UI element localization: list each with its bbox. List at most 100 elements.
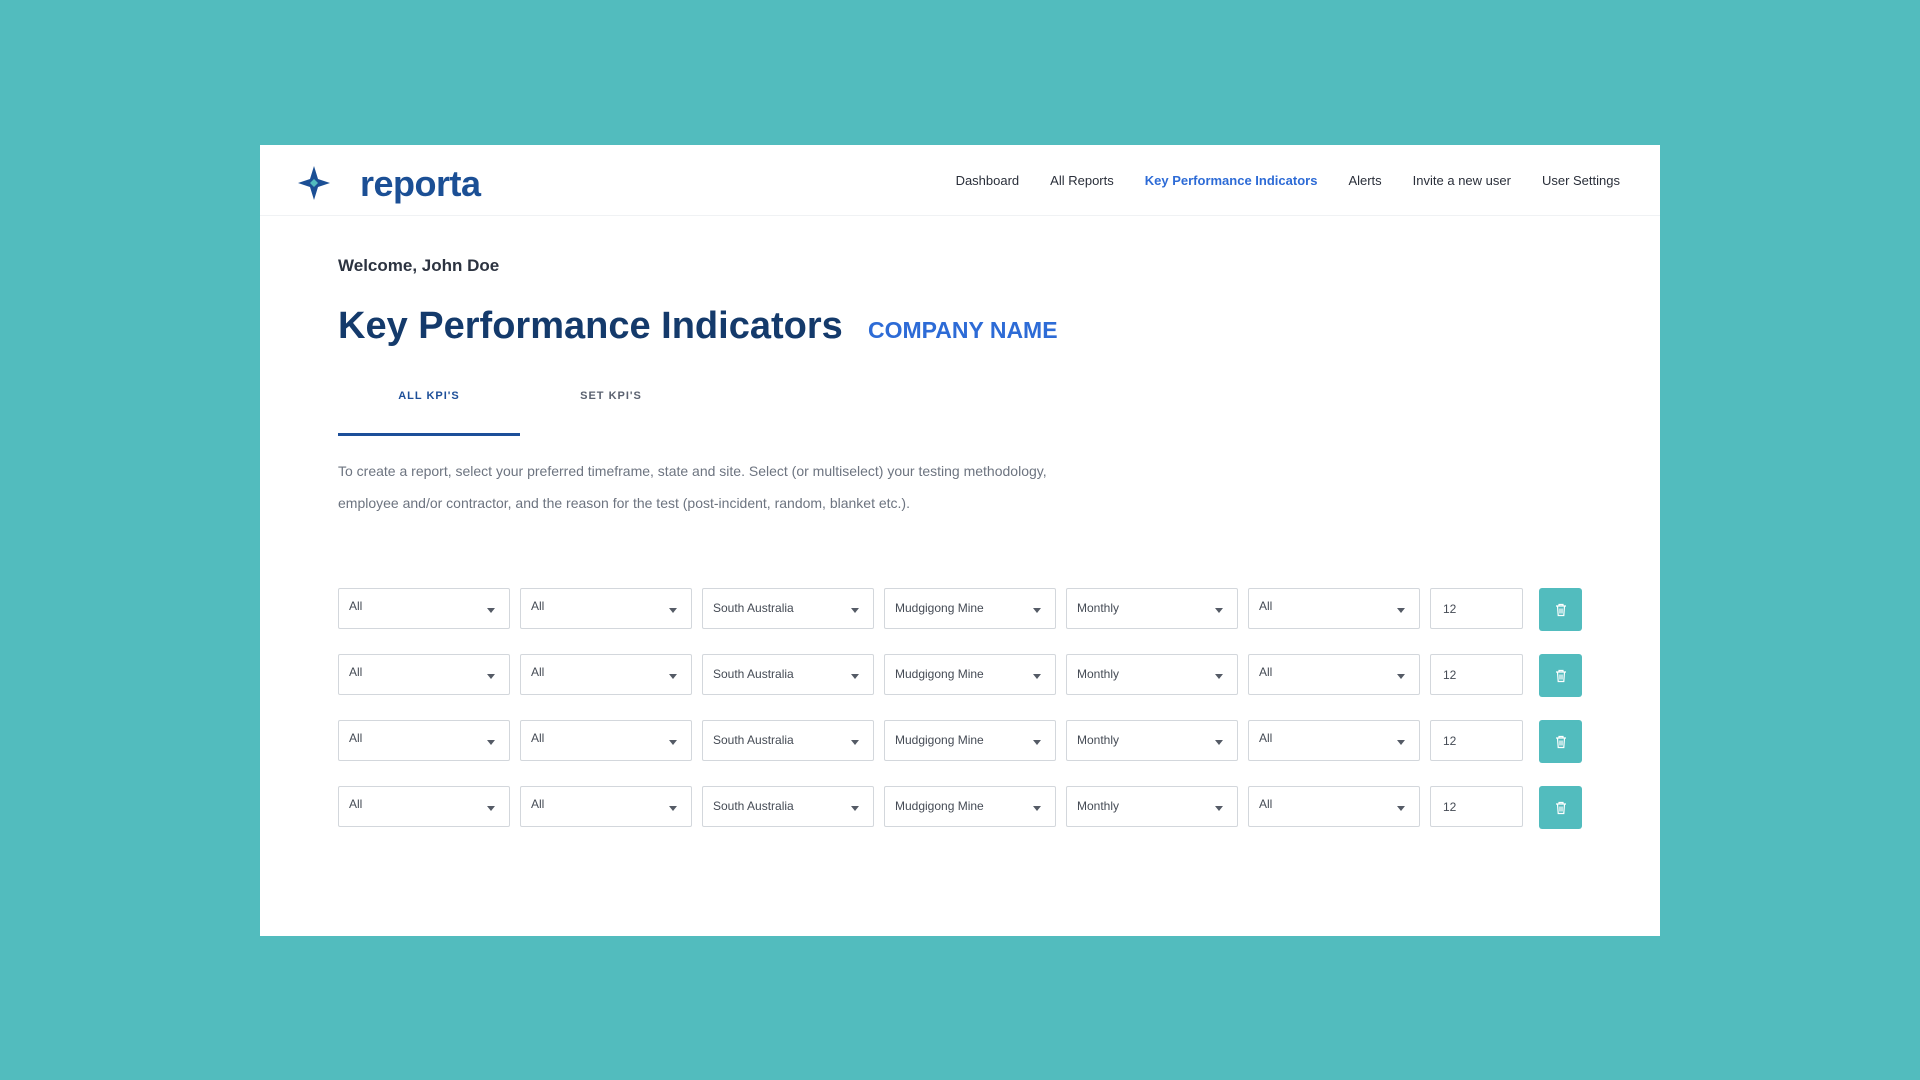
caret-down-icon [851, 674, 859, 679]
filter-2-select[interactable]: All [520, 786, 692, 827]
period-select[interactable]: Monthly [1066, 720, 1238, 761]
select-value: All [1259, 797, 1273, 811]
delete-row-button[interactable] [1539, 786, 1582, 829]
select-value: All [531, 665, 545, 679]
instructions-line-2: employee and/or contractor, and the reas… [338, 495, 910, 511]
site-select[interactable]: Mudgigong Mine [884, 588, 1056, 629]
select-value: South Australia [713, 667, 794, 681]
filter-2-select[interactable]: All [520, 720, 692, 761]
kpi-tabs: ALL KPI'S SET KPI'S [338, 385, 698, 436]
caret-down-icon [851, 806, 859, 811]
delete-row-button[interactable] [1539, 720, 1582, 763]
welcome-message: Welcome, John Doe [338, 256, 500, 275]
state-select[interactable]: South Australia [702, 720, 874, 761]
top-navigation-bar: reporta Dashboard All Reports Key Perfor… [260, 145, 1660, 216]
select-value: Monthly [1077, 799, 1120, 813]
period-select[interactable]: Monthly [1066, 654, 1238, 695]
filter-2-select[interactable]: All [520, 654, 692, 695]
select-value: All [531, 599, 545, 613]
caret-down-icon [669, 674, 677, 679]
state-select[interactable]: South Australia [702, 654, 874, 695]
period-select[interactable]: Monthly [1066, 786, 1238, 827]
site-select[interactable]: Mudgigong Mine [884, 786, 1056, 827]
select-value: Mudgigong Mine [895, 667, 984, 681]
select-value: All [531, 797, 545, 811]
caret-down-icon [669, 608, 677, 613]
select-value: Monthly [1077, 601, 1120, 615]
caret-down-icon [1033, 608, 1041, 613]
caret-down-icon [487, 608, 495, 613]
caret-down-icon [669, 806, 677, 811]
filter-1-select[interactable]: All [338, 654, 510, 695]
caret-down-icon [1215, 608, 1223, 613]
select-value: All [349, 599, 363, 613]
main-nav: Dashboard All Reports Key Performance In… [925, 173, 1620, 188]
nav-item-all-reports[interactable]: All Reports [1050, 173, 1114, 188]
trash-icon [1555, 801, 1566, 814]
select-value: All [349, 731, 363, 745]
select-value: All [1259, 665, 1273, 679]
site-select[interactable]: Mudgigong Mine [884, 720, 1056, 761]
select-value: South Australia [713, 799, 794, 813]
instructions-line-1: To create a report, select your preferre… [338, 463, 1047, 479]
caret-down-icon [1215, 806, 1223, 811]
caret-down-icon [1033, 806, 1041, 811]
nav-item-alerts[interactable]: Alerts [1348, 173, 1381, 188]
filter-6-select[interactable]: All [1248, 720, 1420, 761]
caret-down-icon [1215, 740, 1223, 745]
trash-icon [1555, 603, 1566, 616]
page-title: Key Performance Indicators [338, 305, 843, 347]
caret-down-icon [487, 806, 495, 811]
filter-6-select[interactable]: All [1248, 654, 1420, 695]
delete-row-button[interactable] [1539, 588, 1582, 631]
select-value: All [1259, 731, 1273, 745]
filter-6-select[interactable]: All [1248, 588, 1420, 629]
state-select[interactable]: South Australia [702, 786, 874, 827]
nav-item-invite-user[interactable]: Invite a new user [1413, 173, 1511, 188]
select-value: All [1259, 599, 1273, 613]
star-logo-icon [298, 166, 330, 200]
state-select[interactable]: South Australia [702, 588, 874, 629]
select-value: All [349, 797, 363, 811]
caret-down-icon [1397, 806, 1405, 811]
trash-icon [1555, 669, 1566, 682]
select-value: All [531, 731, 545, 745]
caret-down-icon [1033, 740, 1041, 745]
select-value: Mudgigong Mine [895, 601, 984, 615]
instructions-text: To create a report, select your preferre… [338, 455, 1138, 519]
select-value: Monthly [1077, 667, 1120, 681]
select-value: All [349, 665, 363, 679]
filter-1-select[interactable]: All [338, 720, 510, 761]
target-input[interactable] [1430, 786, 1523, 827]
site-select[interactable]: Mudgigong Mine [884, 654, 1056, 695]
nav-item-dashboard[interactable]: Dashboard [956, 173, 1020, 188]
filter-1-select[interactable]: All [338, 786, 510, 827]
tab-all-kpis[interactable]: ALL KPI'S [338, 385, 520, 436]
caret-down-icon [1397, 674, 1405, 679]
caret-down-icon [487, 674, 495, 679]
caret-down-icon [1397, 608, 1405, 613]
period-select[interactable]: Monthly [1066, 588, 1238, 629]
caret-down-icon [1033, 674, 1041, 679]
target-input[interactable] [1430, 720, 1523, 761]
filter-6-select[interactable]: All [1248, 786, 1420, 827]
target-input[interactable] [1430, 588, 1523, 629]
select-value: Monthly [1077, 733, 1120, 747]
tab-set-kpis[interactable]: SET KPI'S [520, 385, 702, 433]
target-input[interactable] [1430, 654, 1523, 695]
caret-down-icon [1397, 740, 1405, 745]
caret-down-icon [487, 740, 495, 745]
nav-item-user-settings[interactable]: User Settings [1542, 173, 1620, 188]
select-value: Mudgigong Mine [895, 733, 984, 747]
caret-down-icon [669, 740, 677, 745]
brand-logo-text[interactable]: reporta [360, 163, 481, 205]
delete-row-button[interactable] [1539, 654, 1582, 697]
trash-icon [1555, 735, 1566, 748]
filter-2-select[interactable]: All [520, 588, 692, 629]
select-value: South Australia [713, 733, 794, 747]
filter-1-select[interactable]: All [338, 588, 510, 629]
nav-item-kpi[interactable]: Key Performance Indicators [1145, 173, 1318, 188]
caret-down-icon [851, 608, 859, 613]
app-window: reporta Dashboard All Reports Key Perfor… [260, 145, 1660, 936]
caret-down-icon [1215, 674, 1223, 679]
